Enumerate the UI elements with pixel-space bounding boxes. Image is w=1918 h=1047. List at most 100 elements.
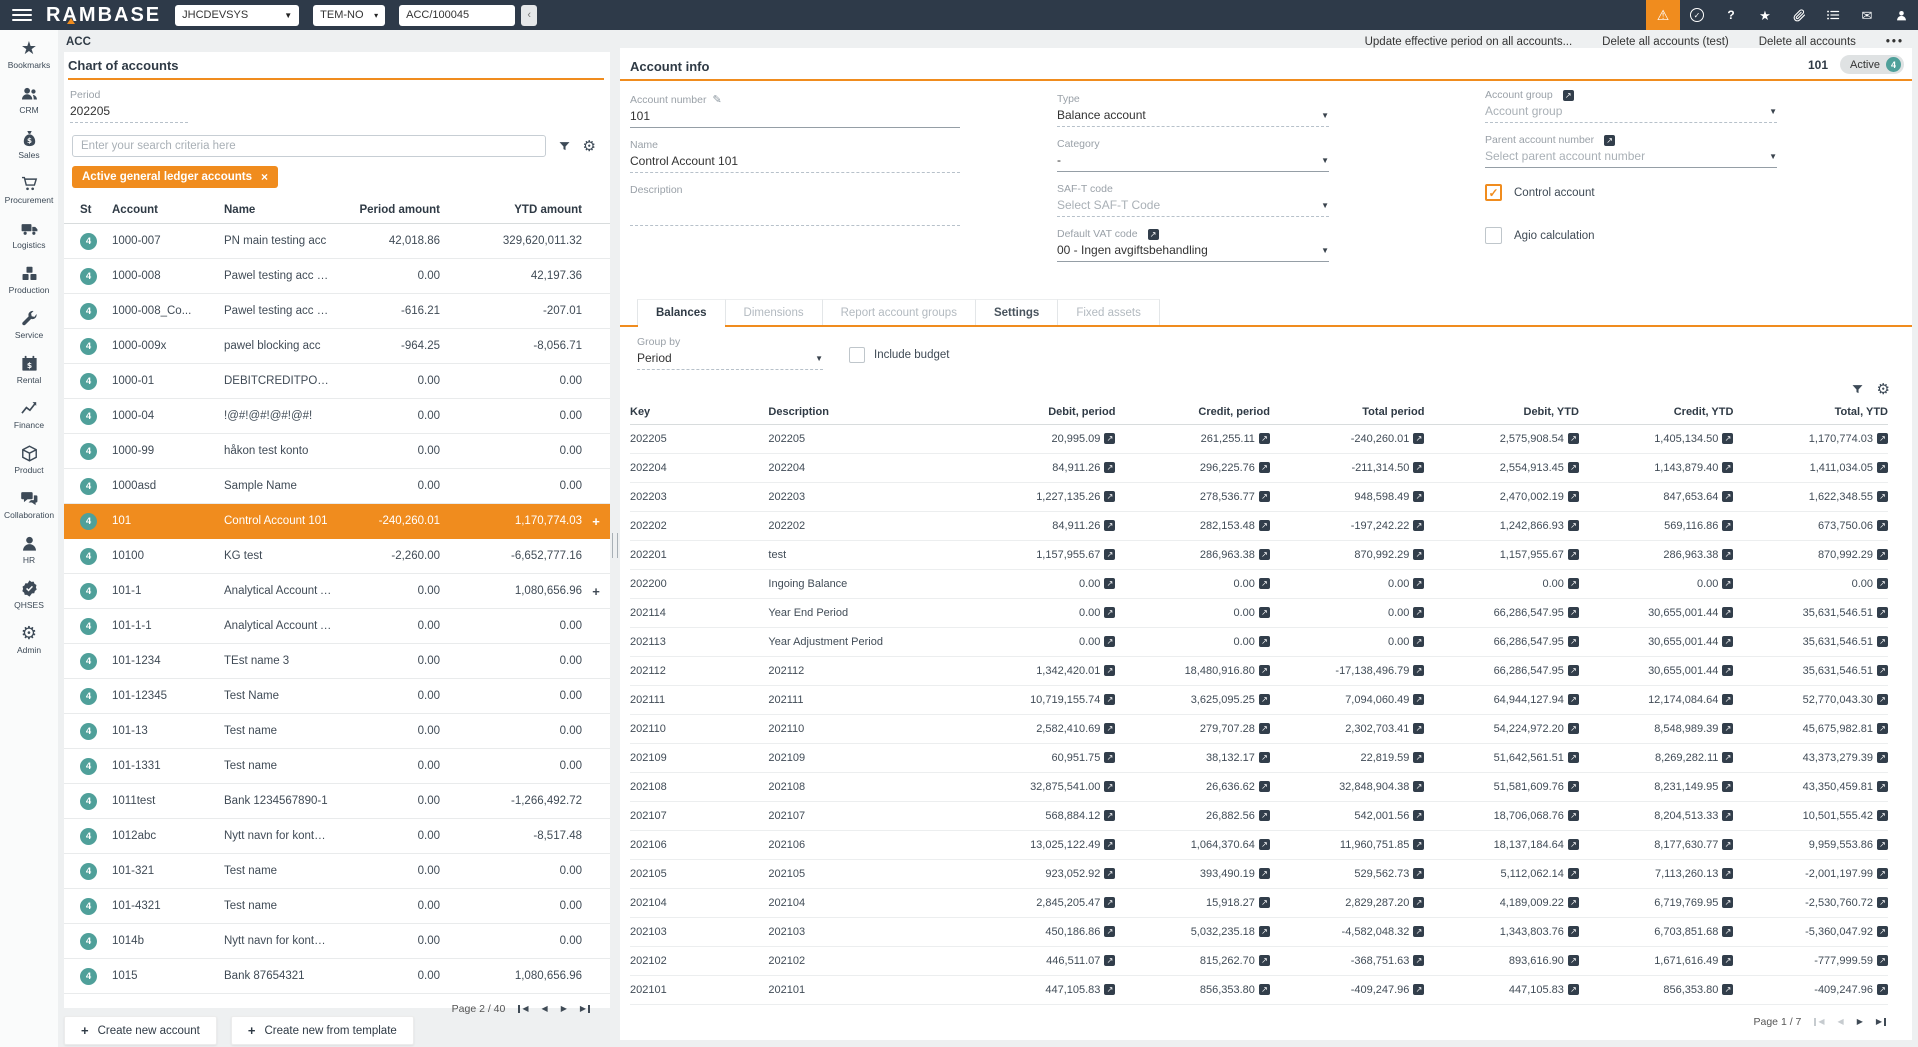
sidebar-item-logistics[interactable]: Logistics xyxy=(0,218,58,263)
goto-icon[interactable]: ↗ xyxy=(1568,433,1579,444)
goto-icon[interactable]: ↗ xyxy=(1104,636,1115,647)
attachment-icon[interactable] xyxy=(1782,0,1816,30)
goto-icon[interactable]: ↗ xyxy=(1722,926,1733,937)
balance-row[interactable]: 202107202107568,884.12↗26,882.56↗542,001… xyxy=(630,802,1888,831)
category-select[interactable]: Category -▼ xyxy=(1057,138,1329,172)
account-row[interactable]: 4101-321Test name0.000.00 xyxy=(64,854,610,889)
goto-icon[interactable]: ↗ xyxy=(1413,839,1424,850)
account-row[interactable]: 41000-04!@#!@#!@#!@#!0.000.00 xyxy=(64,399,610,434)
account-row[interactable]: 4101-1234TEst name 30.000.00 xyxy=(64,644,610,679)
account-row[interactable]: 41000asdSample Name0.000.00 xyxy=(64,469,610,504)
goto-icon[interactable]: ↗ xyxy=(1413,636,1424,647)
goto-icon[interactable]: ↗ xyxy=(1568,491,1579,502)
goto-icon[interactable]: ↗ xyxy=(1722,897,1733,908)
mail-icon[interactable]: ✉ xyxy=(1850,0,1884,30)
sidebar-item-qhses[interactable]: QHSES xyxy=(0,578,58,623)
balance-row[interactable]: 2021042021042,845,205.47↗15,918.27↗2,829… xyxy=(630,889,1888,918)
account-group-select[interactable]: Account group↗ Account group▼ xyxy=(1485,89,1777,123)
goto-icon[interactable]: ↗ xyxy=(1259,984,1270,995)
goto-icon[interactable]: ↗ xyxy=(1877,926,1888,937)
sidebar-item-finance[interactable]: Finance xyxy=(0,398,58,443)
account-row[interactable]: 4101-13Test name0.000.00 xyxy=(64,714,610,749)
goto-icon[interactable]: ↗ xyxy=(1877,897,1888,908)
goto-icon[interactable]: ↗ xyxy=(1104,520,1115,531)
col-total-period[interactable]: Total period xyxy=(1270,401,1425,425)
goto-icon[interactable]: ↗ xyxy=(1413,549,1424,560)
goto-icon[interactable]: ↗ xyxy=(1104,868,1115,879)
goto-icon[interactable]: ↗ xyxy=(1413,926,1424,937)
goto-icon[interactable]: ↗ xyxy=(1877,752,1888,763)
tab-settings[interactable]: Settings xyxy=(976,299,1058,325)
goto-icon[interactable]: ↗ xyxy=(1104,723,1115,734)
favorites-icon[interactable]: ★ xyxy=(1748,0,1782,30)
goto-icon[interactable]: ↗ xyxy=(1259,491,1270,502)
col-debit-period[interactable]: Debit, period xyxy=(961,401,1116,425)
goto-icon[interactable]: ↗ xyxy=(1259,636,1270,647)
group-by-select[interactable]: Group by Period▼ xyxy=(637,336,823,370)
goto-icon[interactable]: ↗ xyxy=(1104,955,1115,966)
goto-icon[interactable]: ↗ xyxy=(1568,520,1579,531)
account-row[interactable]: 4101-1331Test name0.000.00 xyxy=(64,749,610,784)
goto-icon[interactable]: ↗ xyxy=(1259,549,1270,560)
goto-icon[interactable]: ↗ xyxy=(1722,839,1733,850)
goto-icon[interactable]: ↗ xyxy=(1722,636,1733,647)
goto-icon[interactable]: ↗ xyxy=(1259,694,1270,705)
goto-icon[interactable]: ↗ xyxy=(1568,926,1579,937)
goto-icon[interactable]: ↗ xyxy=(1413,752,1424,763)
goto-icon[interactable]: ↗ xyxy=(1722,723,1733,734)
account-row[interactable]: 41000-01DEBITCREDITPOSTINGTYP...0.000.00 xyxy=(64,364,610,399)
delete-all-accounts-test-action[interactable]: Delete all accounts (test) xyxy=(1602,36,1729,48)
tasks-list-icon[interactable] xyxy=(1816,0,1850,30)
saft-code-select[interactable]: SAF-T code Select SAF-T Code▼ xyxy=(1057,183,1329,217)
sidebar-item-procurement[interactable]: Procurement xyxy=(0,173,58,218)
sidebar-item-hr[interactable]: HR xyxy=(0,533,58,578)
account-row[interactable]: 41000-007PN main testing acc42,018.86329… xyxy=(64,224,610,259)
goto-icon[interactable]: ↗ xyxy=(1722,607,1733,618)
balance-row[interactable]: 202102202102446,511.07↗815,262.70↗-368,7… xyxy=(630,947,1888,976)
warning-icon[interactable]: ⚠ xyxy=(1646,0,1680,30)
user-icon[interactable] xyxy=(1884,0,1918,30)
remove-filter-icon[interactable]: × xyxy=(261,170,268,184)
expand-plus-icon[interactable]: + xyxy=(582,504,610,539)
prev-page-icon[interactable]: ◀ xyxy=(542,1005,548,1013)
period-field[interactable]: Period 202205 xyxy=(70,89,188,123)
goto-icon[interactable]: ↗ xyxy=(1104,578,1115,589)
goto-icon[interactable]: ↗ xyxy=(1722,491,1733,502)
goto-icon[interactable]: ↗ xyxy=(1413,491,1424,502)
goto-icon[interactable]: ↗ xyxy=(1568,578,1579,589)
account-number-field[interactable]: Account number✎ 101 xyxy=(630,93,960,128)
goto-icon[interactable]: ↗ xyxy=(1877,694,1888,705)
goto-icon[interactable]: ↗ xyxy=(1413,897,1424,908)
goto-icon[interactable]: ↗ xyxy=(1413,955,1424,966)
goto-icon[interactable]: ↗ xyxy=(1568,868,1579,879)
account-row[interactable]: 4101Control Account 101-240,260.011,170,… xyxy=(64,504,610,539)
goto-icon[interactable]: ↗ xyxy=(1413,665,1424,676)
balance-row[interactable]: 20220220220284,911.26↗282,153.48↗-197,24… xyxy=(630,512,1888,541)
filter-icon[interactable] xyxy=(558,140,571,153)
goto-icon[interactable]: ↗ xyxy=(1722,810,1733,821)
prev-page-icon[interactable]: ◀ xyxy=(1838,1018,1844,1026)
col-period-amount[interactable]: Period amount xyxy=(332,198,440,224)
goto-icon[interactable]: ↗ xyxy=(1568,694,1579,705)
balance-row[interactable]: 20210620210613,025,122.49↗1,064,370.64↗1… xyxy=(630,831,1888,860)
account-row[interactable]: 41012abcNytt navn for konto 10120.00-8,5… xyxy=(64,819,610,854)
goto-icon[interactable]: ↗ xyxy=(1563,90,1574,101)
goto-icon[interactable]: ↗ xyxy=(1104,549,1115,560)
system-select[interactable]: JHCDEVSYS▼ xyxy=(175,5,299,26)
col-account[interactable]: Account xyxy=(112,198,224,224)
account-row[interactable]: 41000-008Pawel testing acc dimensi...0.0… xyxy=(64,259,610,294)
goto-icon[interactable]: ↗ xyxy=(1877,607,1888,618)
goto-icon[interactable]: ↗ xyxy=(1877,462,1888,473)
goto-icon[interactable]: ↗ xyxy=(1722,665,1733,676)
balance-row[interactable]: 202105202105923,052.92↗393,490.19↗529,56… xyxy=(630,860,1888,889)
goto-icon[interactable]: ↗ xyxy=(1722,868,1733,879)
col-credit-ytd[interactable]: Credit, YTD xyxy=(1579,401,1734,425)
goto-icon[interactable]: ↗ xyxy=(1259,723,1270,734)
col-credit-period[interactable]: Credit, period xyxy=(1115,401,1270,425)
delete-all-accounts-action[interactable]: Delete all accounts xyxy=(1759,36,1856,48)
parent-account-select[interactable]: Parent account number↗ Select parent acc… xyxy=(1485,134,1777,168)
tab-balances[interactable]: Balances xyxy=(637,299,726,325)
goto-icon[interactable]: ↗ xyxy=(1568,984,1579,995)
balance-row[interactable]: 20211120211110,719,155.74↗3,625,095.25↗7… xyxy=(630,686,1888,715)
sidebar-item-rental[interactable]: Rental xyxy=(0,353,58,398)
